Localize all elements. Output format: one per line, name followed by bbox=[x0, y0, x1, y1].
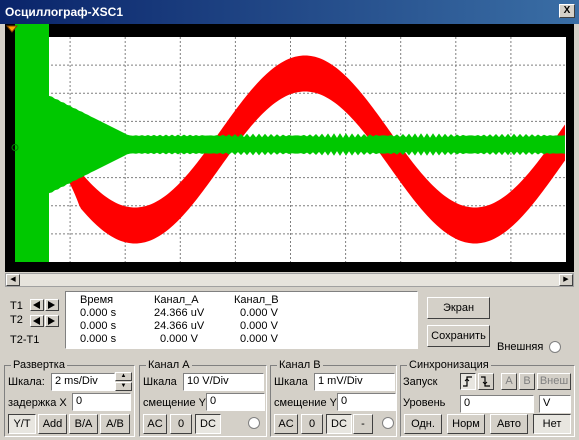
trigger-level-unit[interactable]: V bbox=[539, 395, 571, 413]
external-radio[interactable] bbox=[549, 341, 561, 353]
scroll-left-arrow-icon[interactable]: ◀ bbox=[6, 274, 20, 286]
channel-a-scale-label: Шкала bbox=[143, 376, 177, 388]
trigger-level-field[interactable]: 0 bbox=[460, 395, 534, 413]
trigger-level-label: Уровень bbox=[403, 397, 446, 409]
channel-a-ac-button[interactable]: AC bbox=[143, 414, 167, 434]
waveform-display bbox=[5, 24, 574, 272]
t1-right-arrow-icon[interactable] bbox=[45, 299, 59, 311]
channel-a-scale-field[interactable]: 10 V/Div bbox=[183, 373, 264, 391]
timebase-delay-label: задержка X bbox=[8, 397, 67, 409]
trigger-source-a-button[interactable]: A bbox=[501, 373, 517, 390]
trigger-edge-label: Запуск bbox=[403, 376, 438, 388]
channel-b-dc-button[interactable]: DC bbox=[326, 414, 352, 434]
t2t1-channel-b: 0.000 V bbox=[240, 333, 278, 345]
t2t1-channel-a: 0.000 V bbox=[160, 333, 198, 345]
timebase-scale-field[interactable]: 2 ms/Div bbox=[51, 373, 115, 391]
trigger-source-ext-button[interactable]: Внеш bbox=[537, 373, 571, 390]
channel-b-offset-label: смещение Y bbox=[274, 397, 337, 409]
timebase-title: Развертка bbox=[11, 359, 67, 371]
trigger-none-button[interactable]: Нет bbox=[533, 414, 571, 434]
measurement-table: Время Канал_A Канал_B 0.000 s 24.366 uV … bbox=[65, 291, 418, 349]
oscilloscope-screen bbox=[5, 24, 574, 272]
trigger-single-button[interactable]: Одн. bbox=[404, 414, 442, 434]
save-button[interactable]: Сохранить bbox=[427, 325, 490, 347]
timebase-delay-field[interactable]: 0 bbox=[72, 393, 131, 411]
channel-a-title: Канал A bbox=[146, 359, 192, 371]
channel-b-scale-field[interactable]: 1 mV/Div bbox=[314, 373, 395, 391]
title-bar: Осциллограф-XSC1 X bbox=[0, 0, 579, 24]
close-button[interactable]: X bbox=[559, 4, 575, 18]
channel-a-offset-label: смещение Y bbox=[143, 397, 206, 409]
t2-channel-a: 24.366 uV bbox=[154, 320, 205, 332]
channel-b-group: Канал B Шкала 1 mV/Div смещение Y 0 AC 0… bbox=[270, 359, 397, 437]
channel-b-title: Канал B bbox=[277, 359, 323, 371]
cursor-t2t1-label: T2-T1 bbox=[10, 334, 40, 346]
channel-b-offset-field[interactable]: 0 bbox=[337, 393, 396, 411]
falling-edge-icon[interactable] bbox=[478, 373, 494, 390]
screen-button[interactable]: Экран bbox=[427, 297, 490, 319]
trigger-title: Синхронизация bbox=[407, 359, 491, 371]
channel-a-group: Канал A Шкала 10 V/Div смещение Y 0 AC 0… bbox=[139, 359, 267, 437]
scroll-right-arrow-icon[interactable]: ▶ bbox=[559, 274, 573, 286]
t2-left-arrow-icon[interactable] bbox=[30, 315, 44, 327]
channel-b-zero-button[interactable]: 0 bbox=[301, 414, 323, 434]
header-time: Время bbox=[80, 294, 114, 306]
channel-a-dc-button[interactable]: DC bbox=[195, 414, 221, 434]
ba-mode-button[interactable]: B/A bbox=[69, 414, 98, 434]
t1-left-arrow-icon[interactable] bbox=[30, 299, 44, 311]
channel-b-burst bbox=[15, 24, 49, 262]
t2-channel-b: 0.000 V bbox=[240, 320, 278, 332]
t1-time: 0.000 s bbox=[80, 307, 117, 319]
external-label: Внешняя bbox=[497, 341, 544, 353]
cursor-t1-label: T1 bbox=[10, 300, 23, 312]
add-mode-button[interactable]: Add bbox=[38, 414, 67, 434]
timebase-group: Развертка Шкала: 2 ms/Div ▲ ▼ задержка X… bbox=[4, 359, 135, 437]
t2-right-arrow-icon[interactable] bbox=[45, 315, 59, 327]
yt-mode-button[interactable]: Y/T bbox=[8, 414, 36, 434]
horizontal-scrollbar[interactable]: ◀ ▶ bbox=[5, 273, 574, 287]
channel-b-ac-button[interactable]: AC bbox=[274, 414, 298, 434]
channel-a-offset-field[interactable]: 0 bbox=[206, 393, 265, 411]
trigger-normal-button[interactable]: Норм bbox=[447, 414, 485, 434]
header-channel-b: Канал_B bbox=[234, 294, 279, 306]
channel-b-radio[interactable] bbox=[382, 417, 394, 429]
ab-mode-button[interactable]: A/B bbox=[100, 414, 130, 434]
t1-channel-b: 0.000 V bbox=[240, 307, 278, 319]
timebase-spin-up-icon[interactable]: ▲ bbox=[115, 372, 132, 381]
trigger-auto-button[interactable]: Авто bbox=[490, 414, 528, 434]
trigger-group: Синхронизация Запуск A B Внеш Уровень 0 … bbox=[400, 359, 575, 437]
t2t1-time: 0.000 s bbox=[80, 333, 117, 345]
t1-channel-a: 24.366 uV bbox=[154, 307, 205, 319]
channel-b-invert-button[interactable]: - bbox=[353, 414, 373, 434]
rising-edge-icon[interactable] bbox=[460, 373, 476, 390]
header-channel-a: Канал_A bbox=[154, 294, 199, 306]
timebase-scale-label: Шкала: bbox=[8, 376, 45, 388]
trigger-source-b-button[interactable]: B bbox=[519, 373, 535, 390]
cursor-t2-label: T2 bbox=[10, 314, 23, 326]
timebase-spin-down-icon[interactable]: ▼ bbox=[115, 382, 132, 391]
channel-a-radio[interactable] bbox=[248, 417, 260, 429]
channel-b-scale-label: Шкала bbox=[274, 376, 308, 388]
window-title: Осциллограф-XSC1 bbox=[5, 5, 124, 19]
t2-time: 0.000 s bbox=[80, 320, 117, 332]
channel-a-zero-button[interactable]: 0 bbox=[170, 414, 192, 434]
